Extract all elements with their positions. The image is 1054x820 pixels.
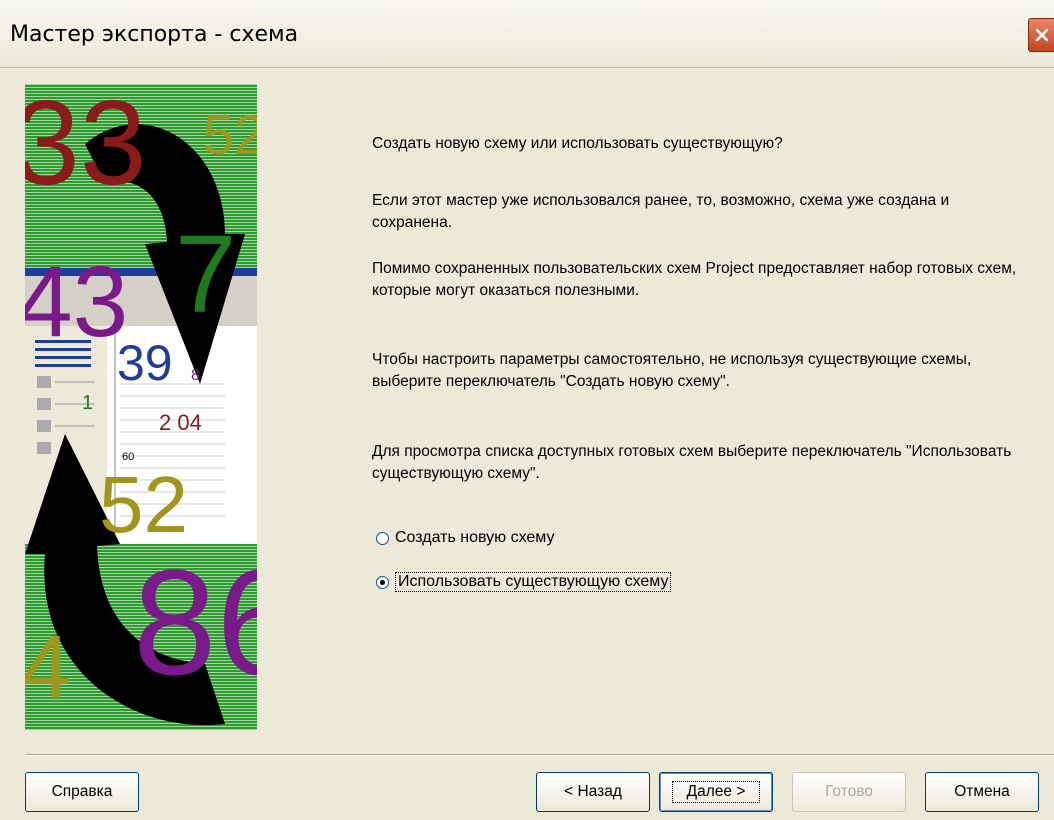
question-text: Создать новую схему или использовать сущ… xyxy=(372,135,783,152)
close-icon xyxy=(1035,28,1048,42)
art-number-52-top: 52 xyxy=(203,103,257,166)
art-number-8: 8 xyxy=(191,367,200,384)
art-number-1: 1 xyxy=(82,392,93,414)
radio-label-create-new: Создать новую схему xyxy=(395,529,555,546)
art-number-33: 33 xyxy=(25,84,146,210)
cancel-button[interactable]: Отмена xyxy=(925,772,1039,812)
finish-button[interactable]: Готово xyxy=(792,772,906,812)
help-button[interactable]: Справка xyxy=(25,772,139,812)
radio-use-existing[interactable]: Использовать существующую схему xyxy=(376,571,672,593)
paragraph-previous-use: Если этот мастер уже использовался ранее… xyxy=(372,192,950,231)
paragraph-use-existing: Для просмотра списка доступных готовых с… xyxy=(372,443,1012,482)
paragraph-builtin-schemes: Помимо сохраненных пользовательских схем… xyxy=(372,260,1017,299)
art-number-86: 86 xyxy=(133,538,257,706)
radio-button-create-new[interactable] xyxy=(376,531,389,545)
wizard-illustration: 33 52 7 43 39 8 1 2 04 60 52 86 4 xyxy=(25,84,257,730)
art-number-43: 43 xyxy=(25,246,128,358)
art-number-4: 4 xyxy=(25,618,71,718)
next-button-label: Далее > xyxy=(671,781,761,803)
paragraph-create-new: Чтобы настроить параметры самостоятельно… xyxy=(372,351,972,390)
back-button[interactable]: < Назад xyxy=(536,772,650,812)
title-bar: Мастер экспорта - схема xyxy=(0,0,1054,68)
window-title: Мастер экспорта - схема xyxy=(10,22,299,47)
radio-button-use-existing[interactable] xyxy=(376,575,389,589)
art-number-204: 2 04 xyxy=(159,410,202,435)
next-button[interactable]: Далее > xyxy=(659,772,773,812)
close-button[interactable] xyxy=(1028,18,1054,52)
radio-label-use-existing: Использовать существующую схему xyxy=(395,572,672,592)
art-number-7: 7 xyxy=(175,213,236,336)
footer-separator xyxy=(25,754,1054,756)
radio-create-new[interactable]: Создать новую схему xyxy=(376,527,554,549)
art-number-39: 39 xyxy=(117,335,173,391)
art-number-52-bottom: 52 xyxy=(99,460,188,549)
